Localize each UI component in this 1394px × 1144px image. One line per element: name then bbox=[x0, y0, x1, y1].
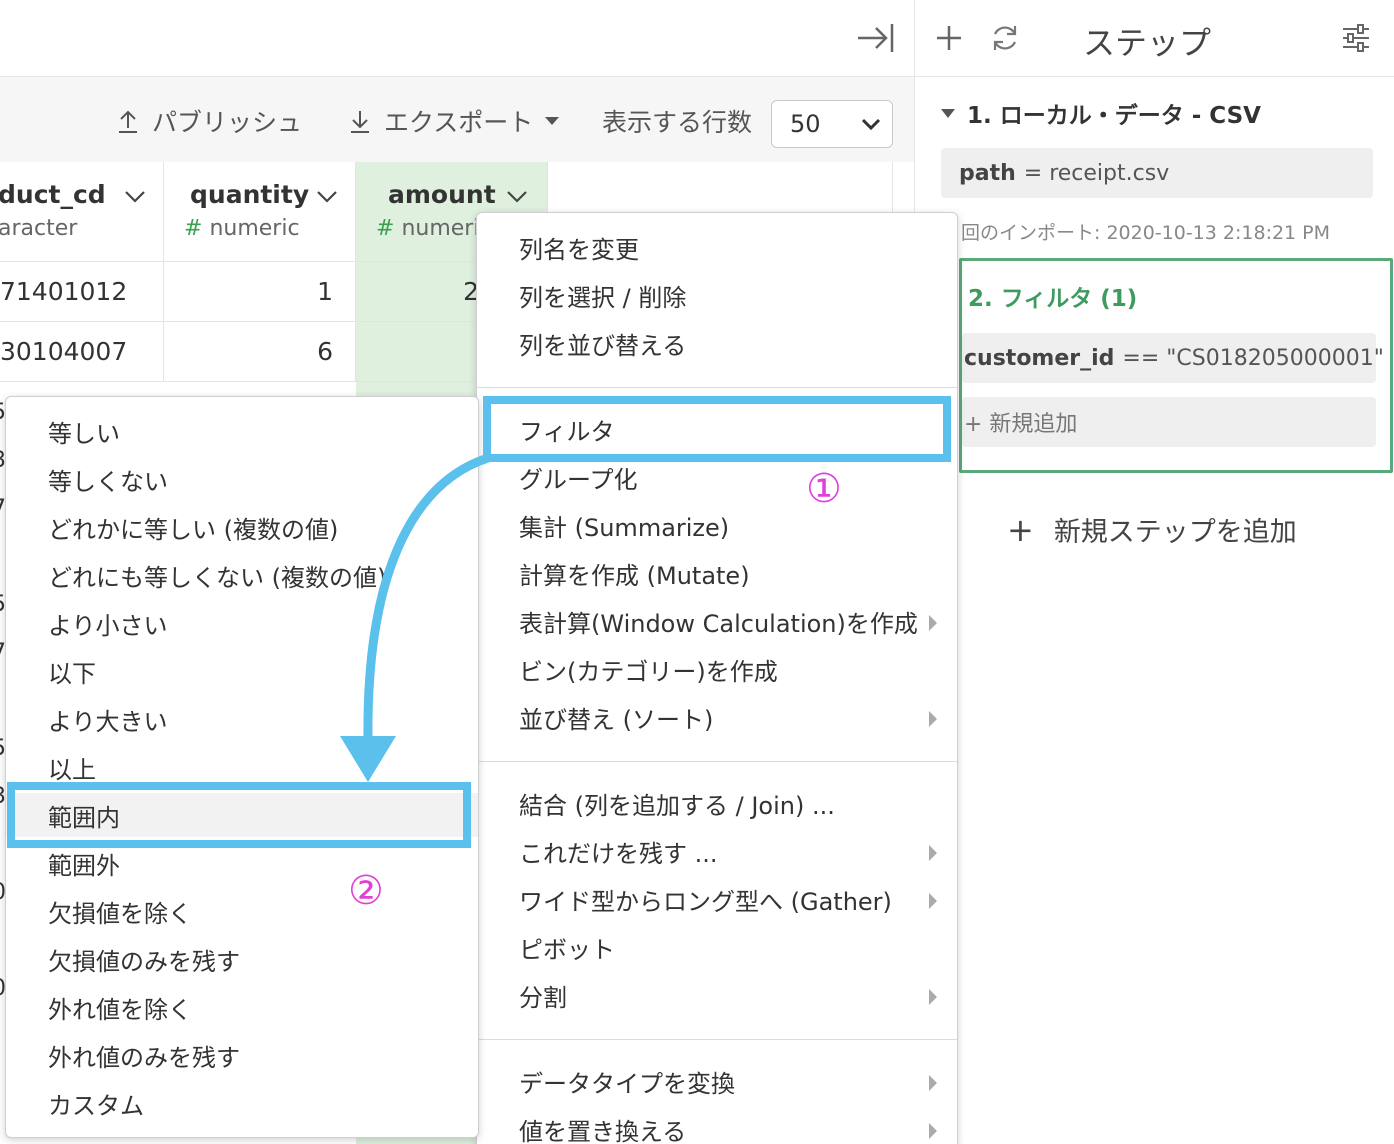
table-cell[interactable]: 1 bbox=[164, 262, 356, 322]
condition-value: == "CS018205000001" bbox=[1122, 345, 1384, 371]
add-condition-button[interactable]: + 新規追加 bbox=[962, 397, 1376, 447]
column-type: # numeri bbox=[376, 216, 479, 241]
table-cell[interactable]: 6 bbox=[164, 322, 356, 382]
annotation-number-1: ① bbox=[806, 466, 842, 512]
publish-button[interactable]: パブリッシュ bbox=[116, 104, 302, 138]
filter-exclude-outliers[interactable]: 外れ値を除く bbox=[6, 985, 478, 1029]
submenu-arrow-icon bbox=[929, 615, 937, 631]
filter-keep-outliers[interactable]: 外れ値のみを残す bbox=[6, 1033, 478, 1077]
table-cell[interactable]: 71401012 bbox=[0, 262, 164, 322]
filter-not-equal[interactable]: 等しくない bbox=[6, 457, 478, 501]
annotation-number-2: ② bbox=[348, 868, 384, 914]
menu-item-join[interactable]: 結合 (列を追加する / Join) ... bbox=[477, 781, 957, 825]
export-button[interactable]: エクスポート bbox=[348, 104, 561, 138]
menu-item-reorder[interactable]: 列を並び替える bbox=[477, 321, 957, 365]
condition-column: customer_id bbox=[964, 345, 1115, 371]
column-header-product-cd[interactable]: duct_cd aracter bbox=[0, 162, 164, 262]
column-type-text: numeri bbox=[401, 216, 480, 241]
filter-less-than[interactable]: より小さい bbox=[6, 601, 478, 645]
menu-item-convert-type[interactable]: データタイプを変換 bbox=[477, 1059, 957, 1103]
menu-item-pivot[interactable]: ピボット bbox=[477, 925, 957, 969]
menu-item-sort[interactable]: 並び替え (ソート) bbox=[477, 695, 957, 739]
step-1-param[interactable]: path = receipt.csv bbox=[941, 148, 1373, 198]
filter-equal-none[interactable]: どれにも等しくない (複数の値) bbox=[6, 553, 478, 597]
menu-item-summarize[interactable]: 集計 (Summarize) bbox=[477, 503, 957, 547]
submenu-arrow-icon bbox=[929, 893, 937, 909]
upload-icon bbox=[119, 110, 137, 133]
collapse-triangle-icon bbox=[941, 108, 955, 118]
column-context-menu: 列名を変更 列を選択 / 削除 列を並び替える フィルタ グループ化 集計 (S… bbox=[476, 212, 958, 1144]
step-2-title: 2. フィルタ (1) bbox=[968, 286, 1138, 312]
column-menu-chevron-icon[interactable] bbox=[506, 188, 528, 204]
add-step-icon[interactable] bbox=[935, 24, 963, 52]
column-type: aracter bbox=[0, 216, 78, 241]
refresh-icon[interactable] bbox=[989, 22, 1021, 54]
steps-header: ステップ bbox=[915, 0, 1394, 77]
filter-greater-than[interactable]: より大きい bbox=[6, 697, 478, 741]
menu-divider bbox=[477, 761, 957, 762]
filter-condition[interactable]: customer_id == "CS018205000001" bbox=[962, 333, 1384, 383]
filter-submenu: 等しい 等しくない どれかに等しい (複数の値) どれにも等しくない (複数の値… bbox=[5, 396, 479, 1138]
menu-item-select-delete[interactable]: 列を選択 / 削除 bbox=[477, 273, 957, 317]
export-label: エクスポート bbox=[384, 108, 534, 137]
rows-label: 表示する行数 bbox=[602, 108, 753, 137]
filter-custom[interactable]: カスタム bbox=[6, 1081, 478, 1125]
column-menu-chevron-icon[interactable] bbox=[124, 188, 146, 204]
data-top-bar bbox=[0, 0, 914, 77]
column-header-quantity[interactable]: quantity # numeric bbox=[164, 162, 356, 262]
numeric-type-icon: # bbox=[184, 216, 203, 241]
collapse-panel-icon[interactable] bbox=[856, 22, 896, 54]
menu-item-bin[interactable]: ビン(カテゴリー)を作成 bbox=[477, 647, 957, 691]
column-menu-chevron-icon[interactable] bbox=[316, 188, 338, 204]
filter-keep-na[interactable]: 欠損値のみを残す bbox=[6, 937, 478, 981]
highlight-between-box bbox=[7, 782, 471, 848]
menu-item-split[interactable]: 分割 bbox=[477, 973, 957, 1017]
menu-item-gather[interactable]: ワイド型からロング型へ (Gather) bbox=[477, 877, 957, 921]
column-type-text: numeric bbox=[209, 216, 300, 241]
add-new-step-button[interactable]: + 新規ステップを追加 bbox=[1007, 510, 1297, 549]
submenu-arrow-icon bbox=[929, 711, 937, 727]
menu-item-keep-only[interactable]: これだけを残す ... bbox=[477, 829, 957, 873]
filter-exclude-na[interactable]: 欠損値を除く bbox=[6, 889, 478, 933]
numeric-type-icon: # bbox=[376, 216, 395, 241]
table-cell[interactable]: 30104007 bbox=[0, 322, 164, 382]
step-1-header[interactable]: 1. ローカル・データ - CSV bbox=[941, 96, 1261, 130]
rows-count-select[interactable]: 50 bbox=[771, 100, 893, 148]
download-icon bbox=[351, 111, 369, 133]
settings-sliders-icon[interactable] bbox=[1341, 24, 1371, 52]
plus-icon: + bbox=[1007, 510, 1034, 549]
steps-panel: ステップ 1. ローカル・データ - CSV path = receipt.cs… bbox=[914, 0, 1394, 1144]
steps-title: ステップ bbox=[1083, 24, 1212, 62]
menu-item-window-calc[interactable]: 表計算(Window Calculation)を作成 bbox=[477, 599, 957, 643]
column-name: amount bbox=[388, 180, 496, 209]
add-new-step-label: 新規ステップを追加 bbox=[1053, 517, 1297, 548]
submenu-arrow-icon bbox=[929, 845, 937, 861]
column-type: # numeric bbox=[184, 216, 300, 241]
menu-divider bbox=[477, 1039, 957, 1040]
step-1-title: 1. ローカル・データ - CSV bbox=[967, 103, 1261, 129]
menu-item-rename[interactable]: 列名を変更 bbox=[477, 225, 957, 269]
rows-count-value: 50 bbox=[790, 110, 821, 138]
filter-equal[interactable]: 等しい bbox=[6, 409, 478, 453]
menu-item-mutate[interactable]: 計算を作成 (Mutate) bbox=[477, 551, 957, 595]
submenu-arrow-icon bbox=[929, 989, 937, 1005]
caret-down-icon bbox=[545, 117, 560, 125]
filter-equal-any[interactable]: どれかに等しい (複数の値) bbox=[6, 505, 478, 549]
import-timestamp: 回のインポート: 2020-10-13 2:18:21 PM bbox=[961, 222, 1331, 244]
chevron-down-icon bbox=[861, 118, 881, 131]
param-key: path bbox=[959, 160, 1016, 186]
step-2-card[interactable]: 2. フィルタ (1) customer_id == "CS0182050000… bbox=[959, 258, 1393, 473]
column-name: quantity bbox=[190, 180, 310, 209]
submenu-arrow-icon bbox=[929, 1075, 937, 1091]
menu-item-replace-values[interactable]: 値を置き換える bbox=[477, 1107, 957, 1144]
param-value: = receipt.csv bbox=[1023, 160, 1170, 186]
publish-label: パブリッシュ bbox=[152, 108, 303, 137]
highlight-filter-box bbox=[483, 396, 951, 462]
menu-divider bbox=[477, 387, 957, 388]
column-name: duct_cd bbox=[0, 180, 106, 209]
submenu-arrow-icon bbox=[929, 1123, 937, 1139]
filter-less-equal[interactable]: 以下 bbox=[6, 649, 478, 693]
